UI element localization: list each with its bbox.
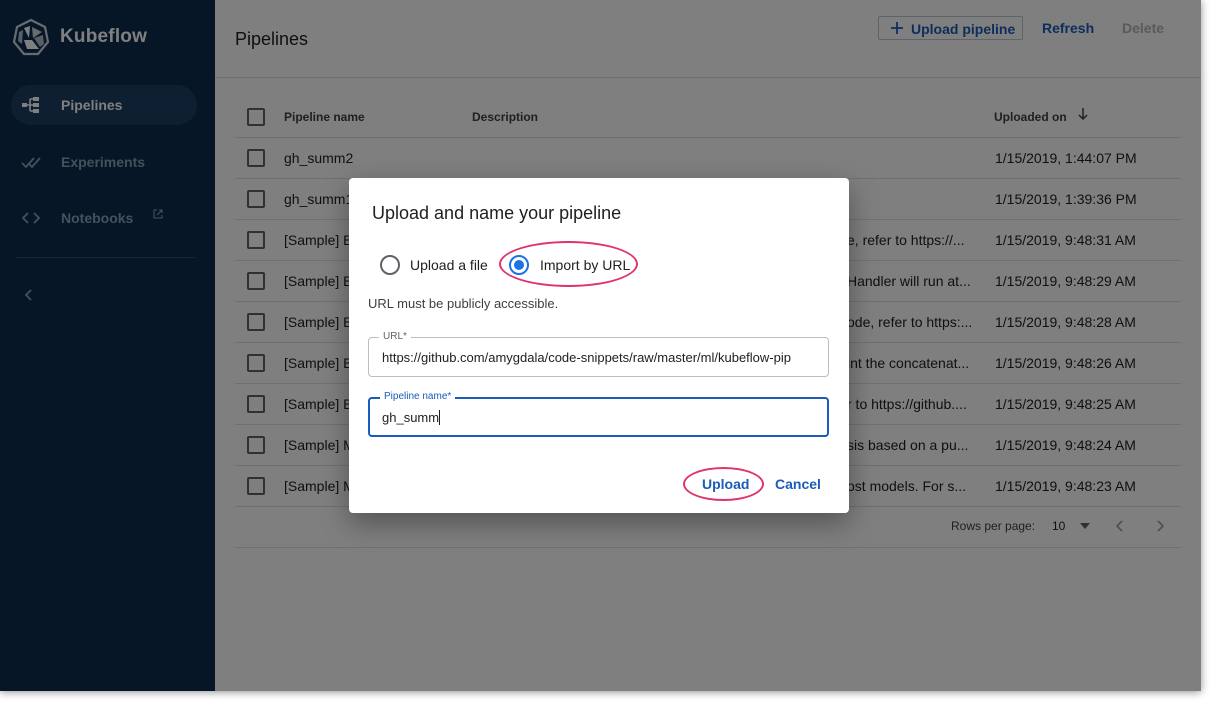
app-window: Kubeflow Pipelines Experiments Notebooks (0, 0, 1201, 691)
url-field[interactable]: URL* https://github.com/amygdala/code-sn… (368, 331, 829, 377)
dialog-cancel-button[interactable]: Cancel (775, 476, 821, 492)
url-hint: URL must be publicly accessible. (368, 296, 559, 311)
import-by-url-radio[interactable] (509, 255, 529, 275)
import-by-url-label[interactable]: Import by URL (540, 257, 630, 273)
pipeline-name-text: gh_summ (382, 410, 440, 425)
upload-pipeline-dialog: Upload and name your pipeline Upload a f… (349, 178, 849, 513)
pipeline-name-field-label: Pipeline name* (380, 391, 456, 402)
dialog-upload-button[interactable]: Upload (702, 476, 749, 492)
pipeline-name-value[interactable]: gh_summ (382, 410, 817, 425)
upload-file-label[interactable]: Upload a file (410, 257, 488, 273)
dialog-title: Upload and name your pipeline (372, 203, 622, 223)
upload-file-radio[interactable] (380, 255, 400, 275)
pipeline-name-field[interactable]: Pipeline name* gh_summ (368, 391, 829, 437)
url-field-value[interactable]: https://github.com/amygdala/code-snippet… (382, 350, 817, 365)
url-field-label: URL* (379, 331, 411, 342)
text-cursor (439, 410, 441, 425)
